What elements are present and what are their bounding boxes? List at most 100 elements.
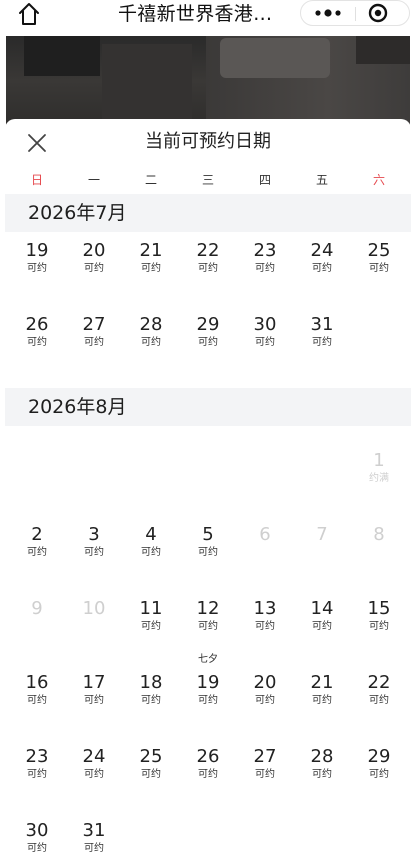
day-number: 1 [373,450,385,471]
target-icon [368,3,388,23]
calendar-day[interactable]: 21 可约 [128,240,174,290]
more-button[interactable] [301,1,355,25]
calendar-day[interactable]: 2 可约 [14,524,60,574]
month-title: 2026年7月 [28,202,127,224]
weekday-sat: 六 [372,173,385,187]
day-number: 7 [316,524,328,545]
day-status: 可约 [255,695,275,706]
day-number: 30 [25,820,49,841]
calendar-day[interactable]: 27 可约 [71,314,117,364]
calendar-day[interactable]: 30 可约 [242,314,288,364]
day-number: 23 [25,746,49,767]
calendar-day[interactable]: 23 可约 [14,746,60,796]
calendar-day[interactable]: 18 可约 [128,672,174,722]
day-status: 可约 [84,769,104,780]
calendar-day[interactable]: 31 可约 [299,314,345,364]
day-status: 可约 [27,337,47,348]
day-status: 可约 [369,263,389,274]
day-status: 可约 [27,769,47,780]
day-status: 可约 [198,695,218,706]
sheet-header: 当前可预约日期 [5,119,411,167]
day-number: 27 [82,314,106,335]
top-nav-bar: 千禧新世界香港… [0,0,416,28]
exit-button[interactable] [356,1,410,25]
month-header: 2026年8月 [5,388,411,426]
home-icon [19,3,39,25]
calendar-day[interactable]: 29 可约 [185,314,231,364]
day-status: 可约 [198,547,218,558]
calendar-day[interactable]: 15 可约 [356,598,402,648]
day-status: 可约 [141,621,161,632]
weekday-mon: 一 [87,173,100,187]
day-status: 可约 [369,695,389,706]
calendar-day[interactable]: 29 可约 [356,746,402,796]
calendar-day[interactable]: 27 可约 [242,746,288,796]
day-status: 可约 [141,547,161,558]
sheet-title: 当前可预约日期 [145,131,271,152]
calendar-day[interactable]: 22 可约 [185,240,231,290]
day-number: 27 [253,746,277,767]
calendar-day[interactable]: 30 可约 [14,820,60,859]
month-title: 2026年8月 [28,396,127,418]
day-number: 24 [310,240,334,261]
calendar-day[interactable]: 21 可约 [299,672,345,722]
day-number: 24 [82,746,106,767]
day-status: 可约 [141,695,161,706]
calendar-day[interactable]: 28 可约 [128,314,174,364]
calendar-day[interactable]: 3 可约 [71,524,117,574]
month-header: 2026年7月 [5,194,411,232]
day-number: 16 [25,672,49,693]
calendar-day[interactable]: 31 可约 [71,820,117,859]
day-status: 可约 [84,695,104,706]
day-number: 20 [82,240,106,261]
day-number: 19 [25,240,49,261]
day-number: 6 [259,524,271,545]
day-number: 23 [253,240,277,261]
calendar-day[interactable]: 19 可约 [14,240,60,290]
calendar-day: 6 [242,524,288,574]
calendar-day[interactable]: 七夕 19 可约 [185,654,231,722]
day-number: 19 [196,672,220,693]
calendar-day[interactable]: 20 可约 [71,240,117,290]
weekday-thu: 四 [258,173,271,187]
day-status: 可约 [255,769,275,780]
calendar-day[interactable]: 16 可约 [14,672,60,722]
calendar-day[interactable]: 13 可约 [242,598,288,648]
calendar-day[interactable]: 24 可约 [299,240,345,290]
calendar-day[interactable]: 26 可约 [14,314,60,364]
calendar-day[interactable]: 24 可约 [71,746,117,796]
day-number: 5 [202,524,214,545]
day-number: 31 [310,314,334,335]
day-number: 9 [31,598,43,619]
calendar-day: 9 [14,598,60,648]
home-button[interactable] [14,1,44,27]
day-status: 可约 [27,547,47,558]
calendar-day[interactable]: 4 可约 [128,524,174,574]
day-status: 可约 [369,621,389,632]
more-dots-icon [315,9,341,17]
day-number: 15 [367,598,391,619]
calendar-day[interactable]: 20 可约 [242,672,288,722]
calendar-day[interactable]: 25 可约 [356,240,402,290]
day-status: 可约 [198,621,218,632]
day-number: 28 [139,314,163,335]
calendar-day[interactable]: 17 可约 [71,672,117,722]
day-status: 可约 [27,695,47,706]
calendar-day[interactable]: 14 可约 [299,598,345,648]
calendar-day[interactable]: 22 可约 [356,672,402,722]
calendar-day[interactable]: 12 可约 [185,598,231,648]
calendar-day[interactable]: 11 可约 [128,598,174,648]
day-number: 26 [25,314,49,335]
calendar-day[interactable]: 23 可约 [242,240,288,290]
day-number: 4 [145,524,157,545]
day-number: 20 [253,672,277,693]
calendar-day[interactable]: 25 可约 [128,746,174,796]
day-number: 18 [139,672,163,693]
day-number: 28 [310,746,334,767]
page-title: 千禧新世界香港… [118,3,273,25]
day-number: 21 [310,672,334,693]
calendar-day[interactable]: 5 可约 [185,524,231,574]
calendar-day[interactable]: 26 可约 [185,746,231,796]
calendar-day[interactable]: 28 可约 [299,746,345,796]
day-status: 可约 [255,263,275,274]
